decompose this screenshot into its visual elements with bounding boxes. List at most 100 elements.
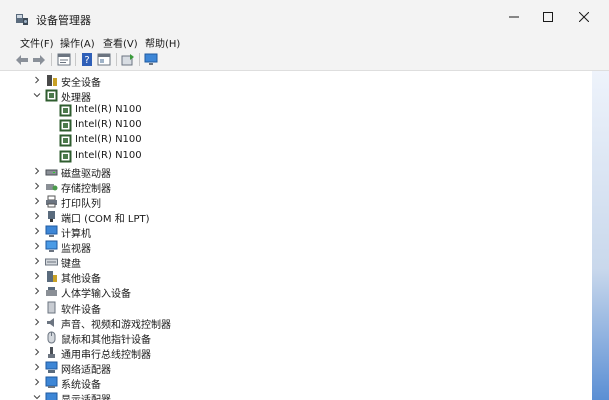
back-arrow-icon [16,54,28,65]
scan-hardware-button[interactable] [143,52,159,67]
tree-category-row[interactable]: 存储控制器 [0,179,592,195]
chevron-right-icon[interactable] [32,271,42,281]
toolbar-separator [139,53,140,66]
maximize-icon [543,12,553,22]
tree-category-row[interactable]: 磁盘驱动器 [0,164,592,180]
menu-help[interactable]: 帮助(H) [145,35,180,50]
chevron-right-icon[interactable] [32,362,42,372]
tree-category-row[interactable]: 软件设备 [0,300,592,316]
chevron-right-icon[interactable] [32,241,42,251]
chevron-right-icon[interactable] [32,347,42,357]
tree-category-row[interactable]: 声音、视频和游戏控制器 [0,315,592,331]
tree-category-row[interactable]: 处理器 [0,88,592,105]
window-right-edge [592,71,609,400]
tree-category-row[interactable]: 系统设备 [0,375,592,391]
tree-item-label: 鼠标和其他指针设备 [61,334,151,346]
tree-item-label: 网络适配器 [61,364,111,376]
tree-item-label: 存储控制器 [61,183,111,195]
chevron-right-icon[interactable] [32,286,42,296]
tree-item-label: 处理器 [61,93,91,105]
tree-device-row[interactable]: Intel(R) N100 [0,118,592,133]
forward-button[interactable] [31,52,47,67]
speaker-icon [45,316,58,329]
monitor-icon [45,240,58,253]
details-button[interactable] [96,52,112,67]
chevron-right-icon[interactable] [32,302,42,312]
tree-item-label: 人体学输入设备 [61,289,131,301]
tree-item-label: 监视器 [61,244,91,256]
minimize-icon [509,16,519,18]
tree-category-row[interactable]: 键盘 [0,254,592,271]
chevron-right-icon[interactable] [32,332,42,342]
chevron-right-icon[interactable] [32,377,42,387]
tree-category-row[interactable]: 鼠标和其他指针设备 [0,330,592,346]
tree-category-row[interactable]: 计算机 [0,224,592,240]
menu-file[interactable]: 文件(F) [20,35,54,50]
chevron-down-icon[interactable] [32,90,42,100]
chevron-right-icon[interactable] [32,256,42,266]
tree-item-label: Intel(R) N100 [75,149,142,161]
back-button[interactable] [14,52,30,67]
window-title: 设备管理器 [36,14,91,27]
chevron-right-icon[interactable] [32,317,42,327]
tree-item-label: Intel(R) N100 [75,104,142,116]
help-icon: ? [82,53,92,66]
toolbar-separator [75,53,76,66]
menu-action[interactable]: 操作(A) [60,35,95,50]
tree-item-label: 显示适配器 [61,391,111,400]
system-device-icon [45,376,58,389]
tree-category-row[interactable]: 其他设备 [0,269,592,286]
tree-category-row[interactable]: 打印队列 [0,194,592,210]
tree-category-row[interactable]: 人体学输入设备 [0,284,592,301]
properties-icon [57,53,71,66]
update-driver-icon [121,54,134,66]
tree-category-row[interactable]: 监视器 [0,239,592,256]
printer-icon [45,195,58,208]
menu-bar: 文件(F) 操作(A) 查看(V) 帮助(H) [0,34,609,50]
storage-controller-icon [45,180,58,193]
tree-category-row[interactable]: 端口 (COM 和 LPT) [0,209,592,225]
chevron-down-icon[interactable] [32,392,42,400]
processor-icon [59,150,72,163]
tree-item-label: 系统设备 [61,380,101,391]
tree-device-row[interactable]: Intel(R) N100 [0,103,592,118]
security-device-icon [45,74,58,87]
close-button[interactable] [564,0,604,34]
title-bar: 设备管理器 [0,0,609,34]
properties-button[interactable] [56,52,72,67]
chevron-right-icon[interactable] [32,75,42,85]
tree-category-row[interactable]: 安全设备 [0,73,592,89]
tree-item-label: 磁盘驱动器 [61,168,111,180]
tree-item-label: 声音、视频和游戏控制器 [61,319,171,331]
tree-item-label: 通用串行总线控制器 [61,349,151,361]
tree-item-label: 打印队列 [61,198,101,210]
chevron-right-icon[interactable] [32,181,42,191]
tree-item-label: 其他设备 [61,274,101,286]
processor-icon [45,89,58,102]
update-driver-button[interactable] [120,52,136,67]
display-adapter-icon [45,391,58,400]
software-device-icon [45,301,58,314]
mouse-icon [45,331,58,344]
maximize-button[interactable] [528,0,568,34]
tree-category-row[interactable]: 显示适配器 [0,390,592,400]
chevron-right-icon[interactable] [32,226,42,236]
chevron-right-icon[interactable] [32,166,42,176]
menu-view[interactable]: 查看(V) [103,35,138,50]
tree-category-row[interactable]: 通用串行总线控制器 [0,345,592,361]
close-icon [579,12,589,22]
svg-text:?: ? [84,55,89,66]
network-adapter-icon [45,361,58,374]
tree-item-label: 软件设备 [61,304,101,316]
tree-item-label: 端口 (COM 和 LPT) [61,213,150,225]
chevron-right-icon[interactable] [32,196,42,206]
tree-item-label: Intel(R) N100 [75,134,142,146]
tree-item-label: 键盘 [61,259,81,271]
chevron-right-icon[interactable] [32,211,42,221]
device-manager-app-icon [16,14,28,25]
tree-device-row[interactable]: Intel(R) N100 [0,149,592,164]
help-button[interactable]: ? [79,52,95,67]
toolbar-separator [51,53,52,66]
tree-device-row[interactable]: Intel(R) N100 [0,133,592,148]
tree-category-row[interactable]: 网络适配器 [0,360,592,376]
